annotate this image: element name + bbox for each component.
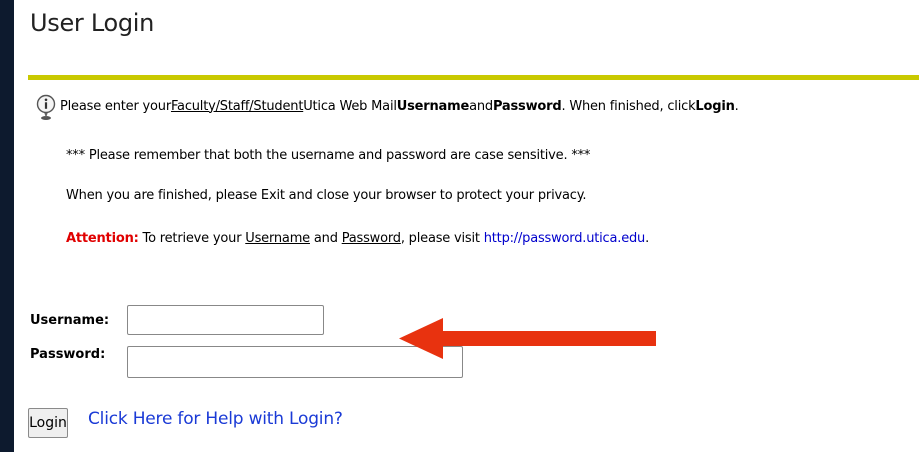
- instructions-prefix: Please enter your: [60, 98, 171, 114]
- attention-and: and: [309, 231, 342, 246]
- exit-privacy-note: When you are finished, please Exit and c…: [66, 188, 587, 203]
- title-divider: [28, 75, 919, 80]
- retrieve-username-link[interactable]: Username: [245, 231, 310, 246]
- attention-line: Attention: To retrieve your Username and…: [66, 231, 649, 246]
- password-site-link[interactable]: http://password.utica.edu: [484, 231, 646, 246]
- username-label: Username:: [30, 313, 110, 328]
- instructions-username-bold: Username: [396, 98, 470, 114]
- attention-end: .: [645, 231, 650, 246]
- case-sensitive-note: *** Please remember that both the userna…: [66, 148, 591, 163]
- instructions-middle-2: . When finished, click: [561, 98, 696, 114]
- arrow-left-icon: [399, 318, 656, 359]
- attention-text-1: To retrieve your: [138, 231, 246, 246]
- username-input[interactable]: [127, 305, 324, 335]
- instructions-password-bold: Password: [492, 98, 562, 114]
- login-button[interactable]: Login: [28, 408, 68, 438]
- instructions-middle-1: Utica Web Mail: [303, 98, 397, 114]
- instructions-line: Please enter your Faculty/Staff/Student …: [36, 90, 739, 122]
- retrieve-password-link[interactable]: Password: [342, 231, 401, 246]
- instructions-and: and: [469, 98, 493, 114]
- login-page: User Login Please enter your Faculty/Sta…: [14, 0, 919, 452]
- faculty-staff-student-link[interactable]: Faculty/Staff/Student: [171, 99, 303, 114]
- instructions-login-bold: Login: [695, 98, 735, 114]
- attention-label: Attention:: [66, 231, 139, 246]
- attention-text-2: , please visit: [400, 231, 484, 246]
- login-help-link[interactable]: Click Here for Help with Login?: [88, 409, 343, 429]
- page-title: User Login: [30, 9, 155, 37]
- instructions-end: .: [734, 98, 739, 114]
- password-label: Password:: [30, 347, 106, 362]
- info-icon: [36, 94, 56, 120]
